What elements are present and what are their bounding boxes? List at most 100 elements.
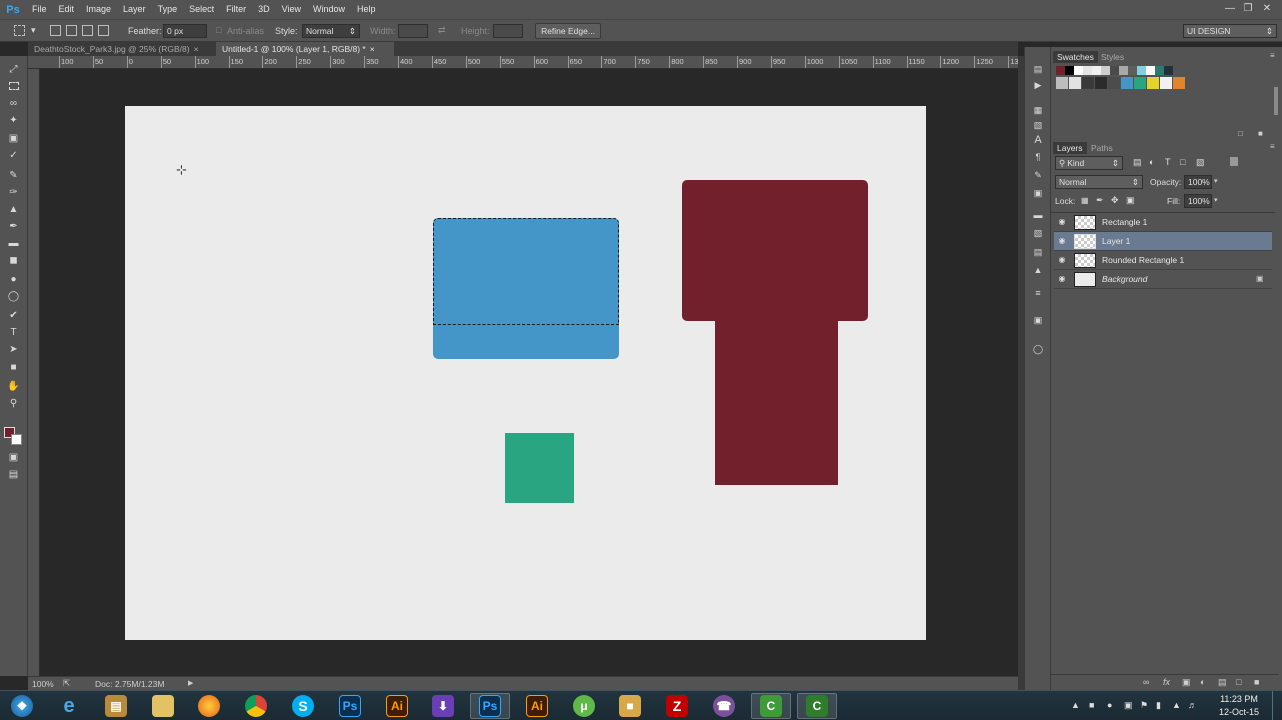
visibility-eye-icon[interactable]: ◉ [1057, 255, 1067, 265]
new-selection-icon[interactable] [50, 25, 61, 36]
taskbar-firefox[interactable] [189, 693, 229, 719]
paragraph-icon[interactable]: ¶ [1031, 152, 1045, 164]
swatch[interactable] [1173, 77, 1185, 89]
menu-help[interactable]: Help [351, 0, 382, 19]
swatch[interactable] [1164, 66, 1173, 75]
document-canvas[interactable]: ⊹ [125, 106, 926, 640]
taskbar-photoshop-active[interactable]: Ps [470, 693, 510, 719]
screen-mode-icon[interactable]: ▤ [6, 467, 21, 481]
brush-stroke-icon[interactable]: ≡ [1031, 288, 1045, 300]
filter-kind-select[interactable]: ⚲ Kind ⇕ [1055, 156, 1123, 170]
teal-square[interactable] [505, 433, 574, 503]
opacity-input[interactable]: 100% [1184, 175, 1212, 189]
tool-presets-icon[interactable]: ▧ [1031, 228, 1045, 240]
panel-menu-icon[interactable]: ≡ [1270, 142, 1275, 151]
tab-paths[interactable]: Paths [1087, 142, 1117, 154]
taskbar-ie[interactable]: e [49, 693, 89, 719]
status-arrow-icon[interactable]: ▶ [188, 679, 193, 687]
properties-icon[interactable]: ◯ [1031, 344, 1045, 356]
antialias-checkbox[interactable]: □ [216, 25, 221, 35]
quick-mask-icon[interactable]: ▣ [6, 450, 21, 464]
taskbar-camtasia-2[interactable]: C [797, 693, 837, 719]
taskbar-chrome[interactable] [236, 693, 276, 719]
taskbar-app-2[interactable]: ■ [610, 693, 650, 719]
taskbar-viber[interactable]: ☎ [704, 693, 744, 719]
taskbar-explorer[interactable] [143, 693, 183, 719]
swatch[interactable] [1160, 77, 1172, 89]
styles-icon[interactable]: ▲ [1031, 265, 1045, 277]
swatch[interactable] [1092, 66, 1101, 75]
volume-icon[interactable]: ♬ [1188, 700, 1197, 710]
timeline-icon[interactable]: ▬ [1031, 210, 1045, 222]
layer-comps-icon[interactable]: ▣ [1031, 315, 1045, 327]
tab-swatches[interactable]: Swatches [1053, 51, 1098, 63]
menu-window[interactable]: Window [307, 0, 351, 19]
chevron-down-icon[interactable]: ▾ [1214, 177, 1218, 185]
layer-row-rectangle-1[interactable]: ◉ Rectangle 1 [1054, 213, 1272, 232]
swap-icon[interactable]: ⇄ [438, 25, 446, 36]
swatch[interactable] [1082, 77, 1094, 89]
filter-toggle-icon[interactable] [1230, 157, 1238, 166]
menu-view[interactable]: View [276, 0, 307, 19]
marquee-selection[interactable] [433, 218, 619, 325]
type-tool-icon[interactable]: T [6, 325, 21, 339]
visibility-eye-icon[interactable]: ◉ [1057, 236, 1067, 246]
path-selection-icon[interactable]: ➤ [6, 342, 21, 356]
zoom-level[interactable]: 100% [32, 679, 54, 689]
subtract-selection-icon[interactable] [82, 25, 93, 36]
history-brush-icon[interactable]: ✒ [6, 219, 21, 233]
start-button[interactable]: ❖ [2, 693, 42, 719]
flag-icon[interactable]: ⚑ [1140, 700, 1148, 711]
character-icon[interactable]: A [1031, 134, 1045, 146]
maroon-shape-stem[interactable] [715, 319, 838, 485]
share-icon[interactable]: ⇱ [63, 678, 70, 689]
history-icon[interactable]: ▤ [1031, 64, 1045, 76]
menu-filter[interactable]: Filter [220, 0, 252, 19]
new-group-icon[interactable]: ▤ [1218, 677, 1227, 688]
dodge-icon[interactable]: ◯ [6, 289, 21, 303]
visibility-eye-icon[interactable]: ◉ [1057, 217, 1067, 227]
crop-icon[interactable]: ▣ [6, 131, 21, 145]
actions-play-icon[interactable]: ▶ [1031, 80, 1045, 92]
delete-layer-icon[interactable]: ■ [1254, 677, 1259, 687]
height-input[interactable] [493, 24, 523, 38]
menu-3d[interactable]: 3D [252, 0, 276, 19]
new-swatch-icon[interactable]: □ [1238, 129, 1243, 138]
swatch[interactable] [1095, 77, 1107, 89]
eraser-icon[interactable]: ▬ [6, 236, 21, 250]
clone-source-icon[interactable]: ▣ [1031, 188, 1045, 200]
tray-app-icon[interactable]: ▣ [1124, 700, 1133, 711]
swatches-scrollbar[interactable] [1274, 87, 1278, 115]
menu-edit[interactable]: Edit [53, 0, 81, 19]
menu-select[interactable]: Select [183, 0, 220, 19]
close-tab-icon[interactable]: × [194, 44, 199, 54]
swatch[interactable] [1074, 66, 1083, 75]
taskbar-illustrator[interactable]: Ai [377, 693, 417, 719]
marquee-tool-preset-icon[interactable] [14, 25, 25, 36]
lock-transparent-icon[interactable]: ▦ [1081, 196, 1089, 205]
intersect-selection-icon[interactable] [98, 25, 109, 36]
maroon-shape-top[interactable] [682, 180, 868, 321]
tray-app-icon[interactable]: ● [1107, 700, 1112, 710]
adjustment-layer-icon[interactable]: ◐ [1200, 677, 1205, 687]
zoom-icon[interactable]: ⚲ [6, 396, 21, 410]
menu-type[interactable]: Type [152, 0, 184, 19]
taskbar-camtasia[interactable]: C [751, 693, 791, 719]
lock-position-icon[interactable]: ✥ [1111, 195, 1119, 206]
paint-bucket-icon[interactable]: ◼ [6, 253, 21, 267]
feather-input[interactable]: 0 px [163, 24, 207, 38]
swatch[interactable] [1121, 77, 1133, 89]
swatch[interactable] [1110, 66, 1119, 75]
filter-pixel-icon[interactable]: ▤ [1133, 157, 1142, 168]
swatch[interactable] [1155, 66, 1164, 75]
clone-stamp-icon[interactable]: ▲ [6, 202, 21, 216]
swatch[interactable] [1134, 77, 1146, 89]
clock-date[interactable]: 12-Oct-15 [1211, 707, 1267, 717]
healing-brush-icon[interactable]: ✎ [6, 168, 21, 182]
swatch[interactable] [1069, 77, 1081, 89]
taskbar-skype[interactable]: S [283, 693, 323, 719]
visibility-eye-icon[interactable]: ◉ [1057, 274, 1067, 284]
move-tool-icon[interactable]: ⤢ [6, 62, 21, 76]
menu-image[interactable]: Image [80, 0, 117, 19]
hand-icon[interactable]: ✋ [6, 379, 21, 393]
